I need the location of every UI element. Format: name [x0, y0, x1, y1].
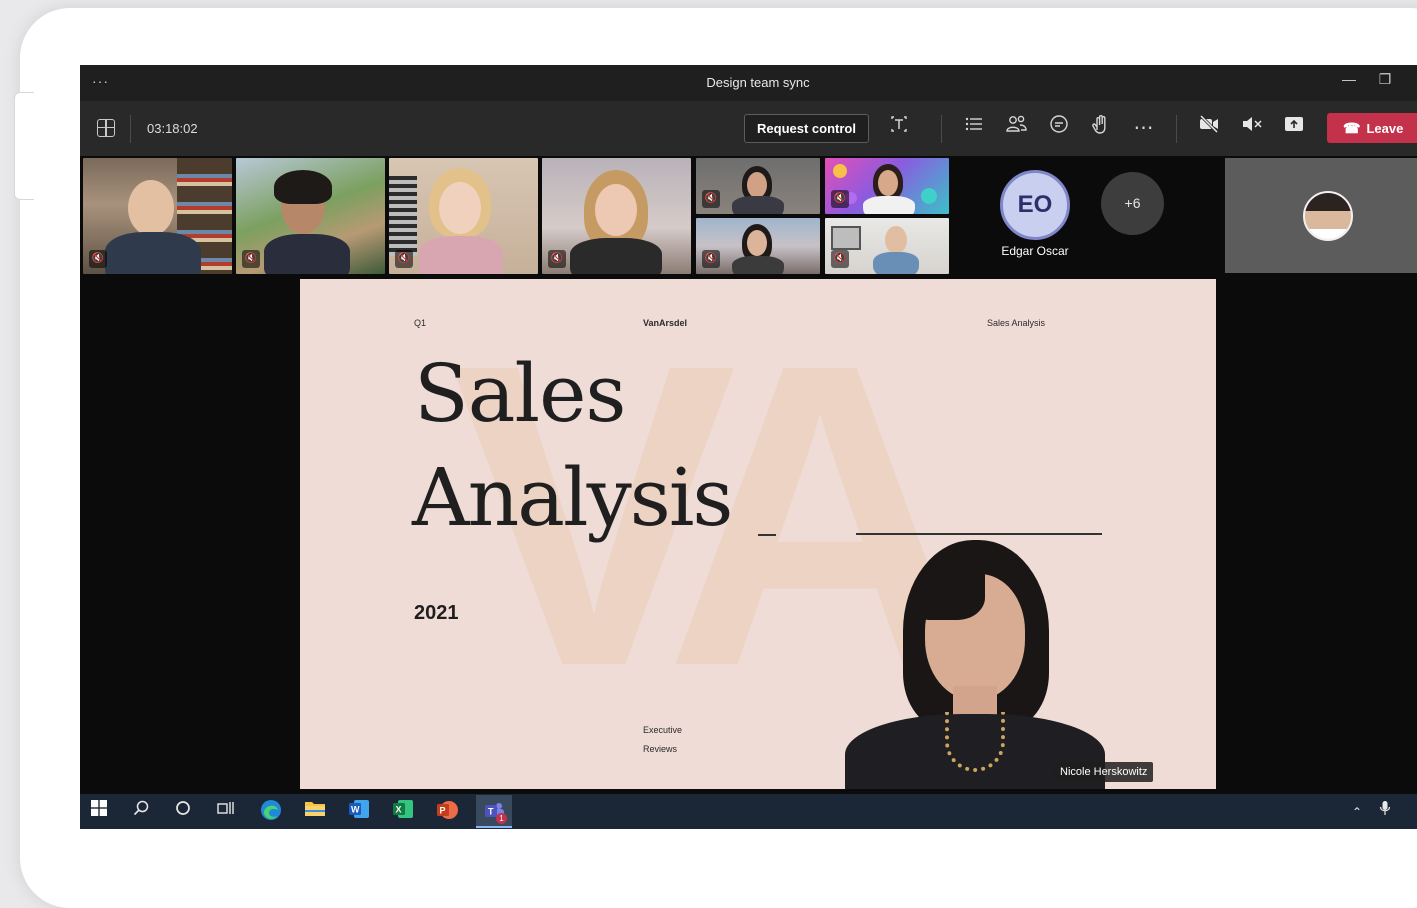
camera-off-icon[interactable]: [1194, 113, 1224, 143]
avatar: [1303, 191, 1353, 241]
reactions-icon[interactable]: [1086, 113, 1116, 143]
participant-avatar[interactable]: EO: [1000, 170, 1070, 240]
muted-mic-icon: 🔇: [702, 250, 720, 268]
slide-title-line1: Sales: [414, 347, 626, 440]
share-tray-icon[interactable]: [884, 113, 914, 143]
request-control-button[interactable]: Request control: [744, 114, 869, 143]
participant-video-tile[interactable]: 🔇: [696, 158, 820, 214]
presenter-video-overlay: [845, 534, 1105, 789]
participant-video-tile[interactable]: 🔇: [83, 158, 232, 274]
muted-mic-icon: 🔇: [548, 250, 566, 268]
close-icon[interactable]: ✕: [1407, 71, 1417, 93]
self-view-tile[interactable]: [1225, 158, 1417, 273]
powerpoint-icon[interactable]: P: [434, 799, 460, 825]
participant-name: Edgar Oscar: [1001, 244, 1069, 258]
muted-mic-icon: 🔇: [395, 250, 413, 268]
word-icon[interactable]: W: [346, 799, 372, 825]
muted-mic-icon: 🔇: [242, 250, 260, 268]
leave-label: Leave: [1366, 121, 1404, 136]
file-explorer-icon[interactable]: [302, 799, 328, 825]
slide-title-underscore: [758, 534, 776, 536]
shared-presentation-slide: VA Q1 VanArsdel Sales Analysis Sales Ana…: [300, 279, 1216, 789]
svg-text:W: W: [351, 805, 360, 815]
participant-video-tile[interactable]: 🔇: [696, 218, 820, 274]
participant-video-tile[interactable]: 🔇: [825, 218, 949, 274]
muted-mic-icon: 🔇: [89, 250, 107, 268]
title-bar: ··· Design team sync — ❐ ✕: [80, 65, 1417, 101]
muted-mic-icon: 🔇: [831, 190, 849, 208]
speaker-muted-icon[interactable]: [1237, 113, 1267, 143]
muted-mic-icon: 🔇: [831, 250, 849, 268]
excel-icon[interactable]: X: [390, 799, 416, 825]
share-screen-icon[interactable]: [1279, 113, 1309, 143]
svg-text:P: P: [440, 806, 446, 816]
tablet-side-button: [14, 92, 34, 200]
meeting-timer: 03:18:02: [147, 121, 198, 136]
minimize-icon[interactable]: —: [1335, 71, 1363, 93]
participant-video-tile[interactable]: 🔇: [389, 158, 538, 274]
svg-text:T: T: [488, 807, 494, 817]
participant-video-tile[interactable]: 🔇: [542, 158, 691, 274]
grid-icon[interactable]: [97, 119, 115, 137]
slide-quarter: Q1: [414, 318, 427, 328]
notification-badge: 1: [496, 813, 507, 824]
microphone-icon[interactable]: [1372, 799, 1398, 825]
more-participants-button[interactable]: +6: [1101, 172, 1164, 235]
slide-title-line2: Analysis: [412, 451, 733, 544]
phone-hangup-icon: ☎: [1343, 120, 1361, 136]
search-icon[interactable]: [128, 799, 154, 825]
participant-video-tile[interactable]: 🔇: [236, 158, 385, 274]
slide-header-right: Sales Analysis: [987, 318, 1046, 328]
cortana-icon[interactable]: [170, 799, 196, 825]
toolbar-divider: [1176, 115, 1177, 143]
task-view-icon[interactable]: [213, 799, 239, 825]
edge-icon[interactable]: [258, 799, 284, 825]
teams-icon[interactable]: T 1: [476, 795, 512, 828]
svg-text:X: X: [396, 805, 402, 815]
windows-taskbar: W X P T 1 ⌃: [80, 794, 1417, 829]
restore-icon[interactable]: ❐: [1371, 71, 1399, 93]
windows-start-icon[interactable]: [86, 799, 112, 825]
toolbar-divider: [941, 115, 942, 143]
slide-footer-line1: Executive: [643, 725, 683, 735]
participant-video-tile[interactable]: 🔇: [825, 158, 949, 214]
chevron-up-icon[interactable]: ⌃: [1344, 799, 1370, 825]
more-icon[interactable]: ⋯: [1129, 113, 1159, 143]
slide-footer-line2: Reviews: [643, 744, 678, 754]
slide-year: 2021: [414, 602, 459, 624]
leave-button[interactable]: ☎ Leave: [1327, 113, 1417, 143]
slide-brand-logo: VanArsdel: [643, 318, 688, 328]
teams-meeting-window: ··· Design team sync — ❐ ✕ 03:18:02 Requ…: [80, 65, 1417, 829]
window-title: Design team sync: [706, 75, 810, 90]
people-icon[interactable]: [1001, 113, 1031, 143]
chat-icon[interactable]: [1044, 113, 1074, 143]
meeting-toolbar: 03:18:02 Request control ⋯ ☎ Leave: [80, 101, 1417, 156]
chat-list-icon[interactable]: [959, 113, 989, 143]
muted-mic-icon: 🔇: [702, 190, 720, 208]
slide-footer: Executive Reviews: [643, 721, 682, 759]
toolbar-divider: [130, 115, 131, 143]
presenter-name-label: Nicole Herskowitz: [1054, 762, 1154, 782]
